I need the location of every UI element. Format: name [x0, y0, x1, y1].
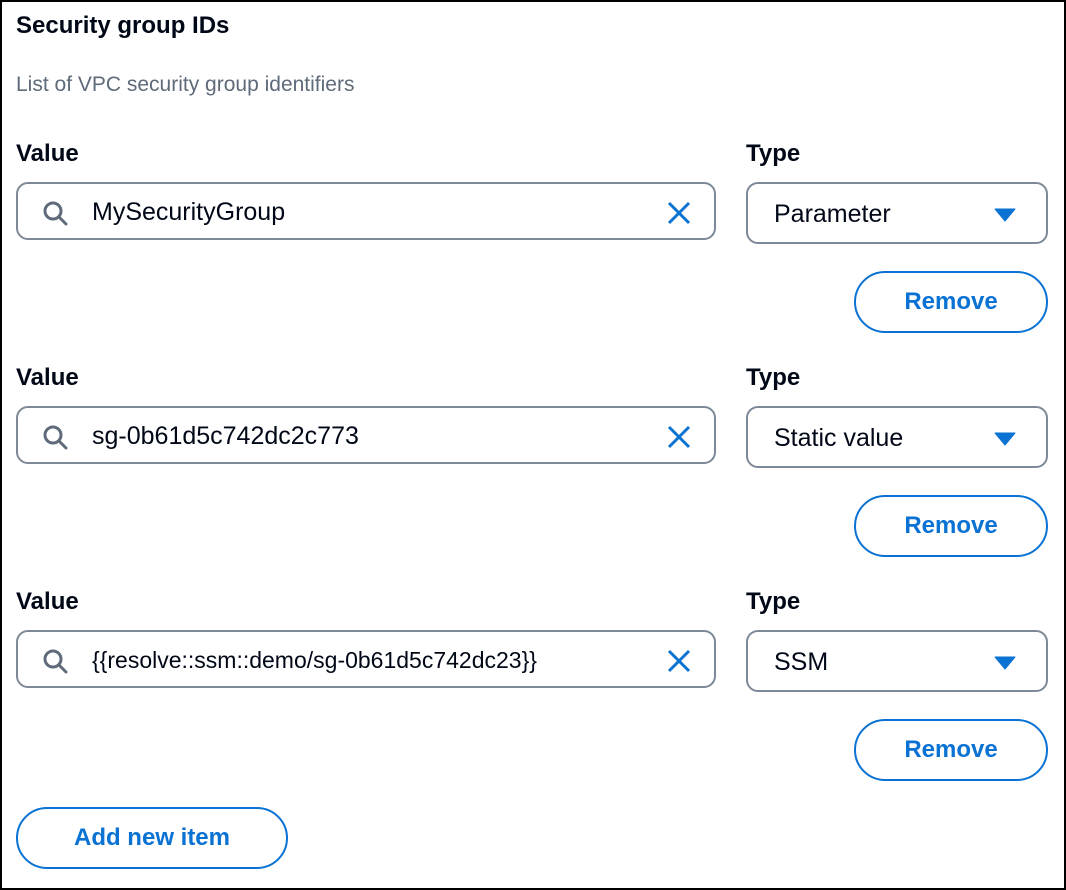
search-icon [43, 649, 68, 674]
type-select[interactable]: SSM [746, 630, 1048, 692]
type-select-value: SSM [774, 648, 829, 676]
value-label: Value [16, 364, 79, 391]
type-label: Type [746, 140, 801, 167]
remove-button[interactable]: Remove [854, 719, 1048, 781]
value-input-text[interactable]: MySecurityGroup [92, 198, 285, 227]
value-input[interactable]: {{resolve::ssm::demo/sg-0b61d5c742dc23}} [16, 630, 716, 688]
add-new-item-button[interactable]: Add new item [16, 807, 288, 869]
clear-icon[interactable] [666, 200, 692, 226]
type-label: Type [746, 364, 801, 391]
search-icon [43, 425, 68, 450]
value-label: Value [16, 588, 79, 615]
value-input-text[interactable]: {{resolve::ssm::demo/sg-0b61d5c742dc23}} [92, 647, 537, 674]
caret-down-icon [994, 656, 1016, 670]
list-item: Value Type MySecurityGroup Parameter Rem… [0, 0, 1066, 333]
list-item: Value Type sg-0b61d5c742dc2c773 Static v… [0, 224, 1066, 557]
clear-icon[interactable] [666, 648, 692, 674]
value-input-text[interactable]: sg-0b61d5c742dc2c773 [92, 422, 359, 451]
list-item: Value Type {{resolve::ssm::demo/sg-0b61d… [0, 448, 1066, 781]
caret-down-icon [994, 208, 1016, 222]
value-label: Value [16, 140, 79, 167]
type-label: Type [746, 588, 801, 615]
clear-icon[interactable] [666, 424, 692, 450]
search-icon [43, 201, 68, 226]
caret-down-icon [994, 432, 1016, 446]
